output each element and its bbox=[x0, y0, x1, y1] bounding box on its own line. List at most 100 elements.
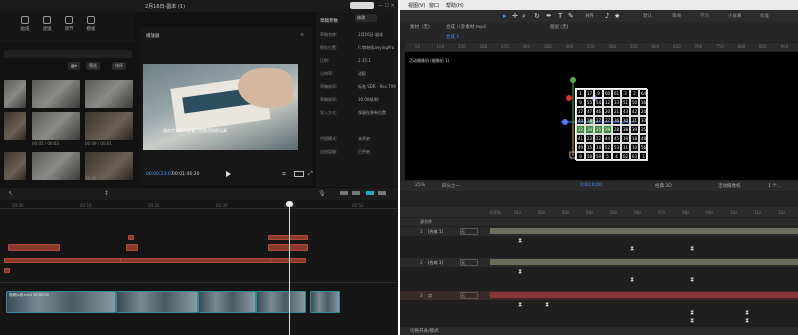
rotate-tool-icon[interactable]: ↻ bbox=[534, 12, 540, 20]
view-toggle-icon[interactable]: ▦▾ bbox=[68, 62, 80, 70]
video-clip[interactable]: 视频片段.mp4 00:00:00 bbox=[6, 291, 116, 313]
window-controls-icon[interactable]: — ☐ ✕ bbox=[378, 3, 395, 9]
audio-icon[interactable]: ♪ bbox=[605, 12, 609, 20]
crop-icon[interactable]: ⌗ bbox=[282, 170, 286, 179]
link-toggle[interactable] bbox=[352, 191, 360, 195]
effect-clip[interactable] bbox=[268, 244, 308, 251]
playhead-handle[interactable] bbox=[286, 201, 293, 207]
menu-window[interactable]: 窗口 bbox=[429, 2, 439, 9]
video-clip[interactable] bbox=[310, 291, 340, 313]
effect-clip[interactable] bbox=[8, 244, 60, 251]
workspace-standard[interactable]: 标准 bbox=[760, 13, 769, 19]
align-label[interactable]: 对齐 bbox=[585, 13, 594, 19]
toolbar-adjust[interactable]: 调节 bbox=[60, 16, 78, 32]
video-clip[interactable] bbox=[198, 291, 256, 313]
zoom-tool-icon[interactable]: ⌕ bbox=[522, 12, 526, 20]
workspace-learn[interactable]: 学习 bbox=[700, 13, 709, 19]
views-select[interactable]: 1 个... bbox=[768, 183, 781, 189]
menu-view[interactable]: 视图(V) bbox=[408, 2, 425, 9]
keyframe-icon[interactable]: ⧗ bbox=[630, 245, 634, 252]
composition-viewer[interactable]: 活动摄像机 (摄像机 1) 1 17 9 60 61 3 2 64 9 55 54 12 13 51 50 1… bbox=[405, 52, 798, 180]
keyframe-icon[interactable]: ⧗ bbox=[630, 276, 634, 283]
layer-mode[interactable]: 无 bbox=[460, 292, 478, 299]
pen-tool-icon[interactable]: ✒ bbox=[546, 12, 552, 20]
keyframe-icon[interactable]: ⧗ bbox=[745, 309, 749, 316]
media-thumb[interactable] bbox=[85, 112, 133, 140]
video-clip[interactable] bbox=[256, 291, 306, 313]
selection-tool-icon[interactable]: ▸ bbox=[503, 12, 507, 20]
effect-clip[interactable] bbox=[128, 235, 134, 240]
toolbar-template[interactable]: 模板 bbox=[82, 16, 100, 32]
media-thumb[interactable] bbox=[4, 152, 26, 180]
layer-duration-bar[interactable] bbox=[490, 292, 798, 298]
select-tool-icon[interactable]: ↖ bbox=[8, 190, 13, 197]
layer-row[interactable]: 3 点 无 bbox=[400, 291, 798, 300]
timeline-playhead[interactable] bbox=[289, 203, 290, 335]
timeline-ruler[interactable]: 00:00 00:10 00:20 00:30 00:40 00:50 bbox=[0, 201, 398, 209]
zoom-select[interactable]: 25% bbox=[415, 183, 425, 188]
property-row[interactable]: ⧗ ⧗ bbox=[400, 317, 798, 324]
media-thumb[interactable] bbox=[4, 80, 26, 108]
effect-clip[interactable] bbox=[4, 258, 122, 263]
workspace-default[interactable]: 默认 bbox=[643, 13, 652, 19]
menu-help[interactable]: 帮助(H) bbox=[446, 2, 464, 9]
toolbar-sticker[interactable]: 贴纸 bbox=[16, 16, 34, 32]
workspace-review[interactable]: 审阅 bbox=[672, 13, 681, 19]
hand-tool-icon[interactable]: ✛ bbox=[512, 12, 518, 20]
effect-clip[interactable] bbox=[4, 268, 10, 273]
property-row[interactable]: ⧗ ⧗ bbox=[400, 276, 798, 283]
more-icon[interactable]: ≡ bbox=[300, 32, 304, 38]
modify-button[interactable]: 修改 bbox=[355, 14, 377, 22]
tab-layer[interactable]: 图层 (无) bbox=[550, 24, 568, 30]
split-icon[interactable]: ‡ bbox=[105, 190, 108, 197]
mic-icon[interactable]: 🎙 bbox=[318, 190, 326, 197]
layer-duration-bar[interactable] bbox=[490, 228, 798, 234]
sort-button[interactable]: 排序 bbox=[112, 62, 126, 70]
property-row[interactable]: ⧗ bbox=[400, 268, 798, 275]
resolution-select[interactable]: 四分之一 bbox=[442, 183, 460, 189]
keyframe-icon[interactable]: ⧗ bbox=[518, 301, 522, 308]
snap-toggle[interactable] bbox=[340, 191, 348, 195]
keyframe-icon[interactable]: ⧗ bbox=[690, 245, 694, 252]
effect-clip[interactable] bbox=[126, 244, 138, 251]
property-row[interactable]: ⧗ ⧗ bbox=[400, 245, 798, 252]
keyframe-icon[interactable]: ⧗ bbox=[545, 301, 549, 308]
keyframe-icon[interactable]: ⧗ bbox=[690, 276, 694, 283]
keyframe-icon[interactable]: ⧗ bbox=[518, 237, 522, 244]
keyframe-icon[interactable]: ⧗ bbox=[690, 309, 694, 316]
effect-clip[interactable] bbox=[270, 258, 306, 263]
play-icon[interactable] bbox=[226, 171, 231, 177]
media-search-input[interactable] bbox=[4, 50, 132, 58]
video-preview[interactable]: 我的字写的不好看，但我写的很认真 bbox=[143, 64, 298, 150]
layer-row[interactable]: 2 [合成 1] 无 bbox=[400, 258, 798, 267]
media-thumb[interactable] bbox=[32, 112, 80, 140]
export-button[interactable] bbox=[350, 2, 374, 9]
breadcrumb-comp[interactable]: 合成 1 bbox=[446, 34, 459, 40]
property-row[interactable]: ⧗ bbox=[400, 237, 798, 244]
puppet-icon[interactable]: ★ bbox=[614, 12, 620, 20]
tab-composition[interactable]: 合成 八卦素材.mp4 bbox=[446, 24, 486, 30]
effect-clip[interactable] bbox=[120, 258, 278, 263]
keyframe-icon[interactable]: ⧗ bbox=[518, 268, 522, 275]
media-thumb[interactable] bbox=[4, 112, 26, 140]
zoom-toggle[interactable] bbox=[378, 191, 386, 195]
brush-tool-icon[interactable]: ✎ bbox=[568, 12, 574, 20]
property-row[interactable]: ⧗ ⧗ bbox=[400, 309, 798, 316]
timeline-ruler[interactable]: 0:00s 01s 02s 03s 04s 05s 06s 07s 08s 09s 10s 11s 12… bbox=[490, 209, 798, 217]
camera-select[interactable]: 活动摄像机 bbox=[718, 183, 741, 189]
toggle-switches-modes[interactable]: 切换开关/模式 bbox=[410, 328, 439, 334]
effect-clip[interactable] bbox=[268, 235, 308, 240]
ratio-icon[interactable] bbox=[294, 171, 304, 177]
toolbar-filter[interactable]: 滤镜 bbox=[38, 16, 56, 32]
keyframe-icon[interactable]: ⧗ bbox=[745, 317, 749, 324]
layer-mode[interactable]: 无 bbox=[460, 228, 478, 235]
filter-button[interactable]: 筛选 bbox=[86, 62, 100, 70]
video-clip[interactable] bbox=[116, 291, 198, 313]
tab-source[interactable]: 素材（无） bbox=[410, 24, 433, 30]
preview-axis-toggle[interactable] bbox=[366, 191, 374, 195]
property-row[interactable]: ⧗ ⧗ bbox=[400, 301, 798, 308]
fullscreen-icon[interactable]: ⤢ bbox=[308, 170, 313, 178]
workspace-small-screen[interactable]: 小屏幕 bbox=[728, 13, 742, 19]
keyframe-icon[interactable]: ⧗ bbox=[690, 317, 694, 324]
layer-mode[interactable]: 无 bbox=[460, 259, 478, 266]
